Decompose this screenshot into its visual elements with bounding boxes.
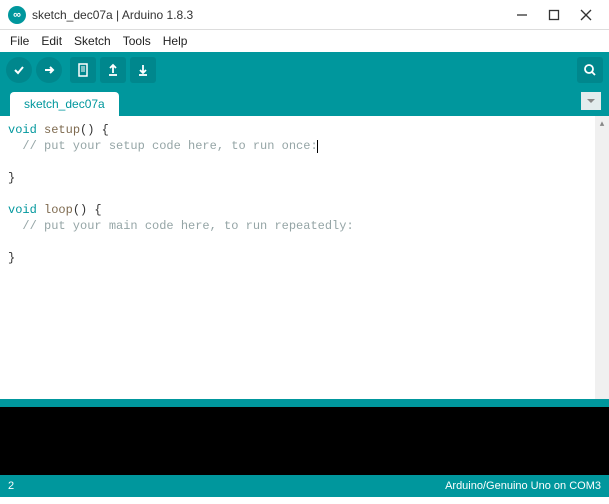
upload-button[interactable]: [36, 57, 62, 83]
serial-monitor-button[interactable]: [577, 57, 603, 83]
comment: // put your setup code here, to run once…: [8, 139, 318, 153]
open-button[interactable]: [100, 57, 126, 83]
tab-sketch[interactable]: sketch_dec07a: [10, 92, 119, 116]
console-output[interactable]: [0, 407, 609, 475]
tab-strip: sketch_dec07a: [0, 88, 609, 116]
menu-sketch[interactable]: Sketch: [70, 32, 115, 50]
keyword: void: [8, 123, 37, 137]
code-text: }: [8, 251, 15, 265]
message-area: [0, 399, 609, 407]
menu-edit[interactable]: Edit: [37, 32, 66, 50]
maximize-button[interactable]: [547, 8, 561, 22]
save-button[interactable]: [130, 57, 156, 83]
verify-button[interactable]: [6, 57, 32, 83]
menu-tools[interactable]: Tools: [119, 32, 155, 50]
statusbar: 2 Arduino/Genuino Uno on COM3: [0, 475, 609, 497]
minimize-button[interactable]: [515, 8, 529, 22]
status-board-port: Arduino/Genuino Uno on COM3: [445, 480, 601, 492]
scroll-up-icon: ▴: [595, 116, 609, 130]
status-line-number: 2: [8, 480, 445, 492]
editor-area: void setup() { // put your setup code he…: [0, 116, 609, 399]
comment: // put your main code here, to run repea…: [8, 219, 354, 233]
new-button[interactable]: [70, 57, 96, 83]
menu-help[interactable]: Help: [159, 32, 192, 50]
menu-file[interactable]: File: [6, 32, 33, 50]
code-editor[interactable]: void setup() { // put your setup code he…: [0, 116, 609, 399]
window-title: sketch_dec07a | Arduino 1.8.3: [32, 8, 515, 22]
function-name: setup: [37, 123, 80, 137]
toolbar: [0, 52, 609, 88]
vertical-scrollbar[interactable]: ▴: [595, 116, 609, 399]
close-button[interactable]: [579, 8, 593, 22]
code-text: () {: [80, 123, 109, 137]
keyword: void: [8, 203, 37, 217]
code-text: () {: [73, 203, 102, 217]
code-text: }: [8, 171, 15, 185]
titlebar: ∞ sketch_dec07a | Arduino 1.8.3: [0, 0, 609, 30]
function-name: loop: [37, 203, 73, 217]
tab-menu-dropdown[interactable]: [581, 92, 601, 110]
menubar: File Edit Sketch Tools Help: [0, 30, 609, 52]
arduino-logo-icon: ∞: [8, 6, 26, 24]
text-cursor: [317, 140, 318, 153]
